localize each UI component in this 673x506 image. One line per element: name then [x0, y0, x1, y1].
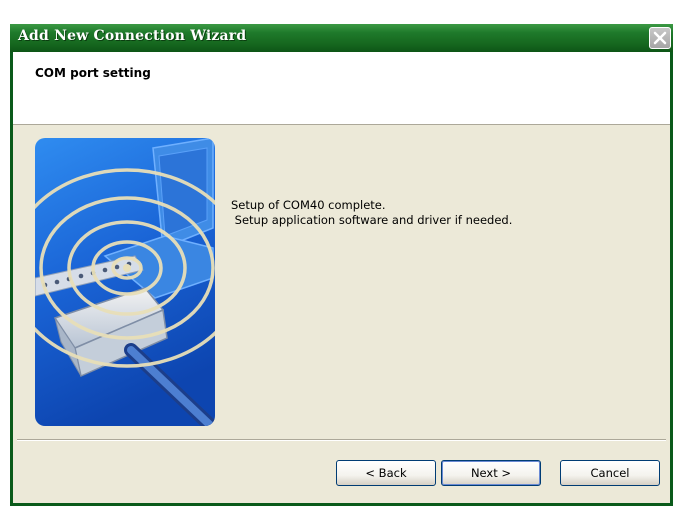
wizard-window: Add New Connection Wizard COM port setti…: [10, 24, 673, 506]
close-icon: [653, 31, 667, 45]
back-button[interactable]: < Back: [336, 460, 436, 486]
wizard-header: COM port setting: [13, 52, 670, 125]
next-button[interactable]: Next >: [441, 460, 541, 486]
cancel-button[interactable]: Cancel: [560, 460, 660, 486]
wizard-client-area: COM port setting Setup of COM40 complete…: [13, 52, 670, 503]
separator: [17, 439, 666, 441]
close-button[interactable]: [649, 27, 671, 49]
title-bar[interactable]: Add New Connection Wizard: [10, 24, 673, 52]
message-line-1: Setup of COM40 complete.: [231, 198, 386, 212]
window-title: Add New Connection Wizard: [18, 28, 247, 44]
serial-cable-illustration: [35, 138, 215, 426]
message-line-2: Setup application software and driver if…: [231, 213, 513, 227]
page-title: COM port setting: [35, 66, 151, 80]
completion-message: Setup of COM40 complete. Setup applicati…: [231, 198, 512, 228]
